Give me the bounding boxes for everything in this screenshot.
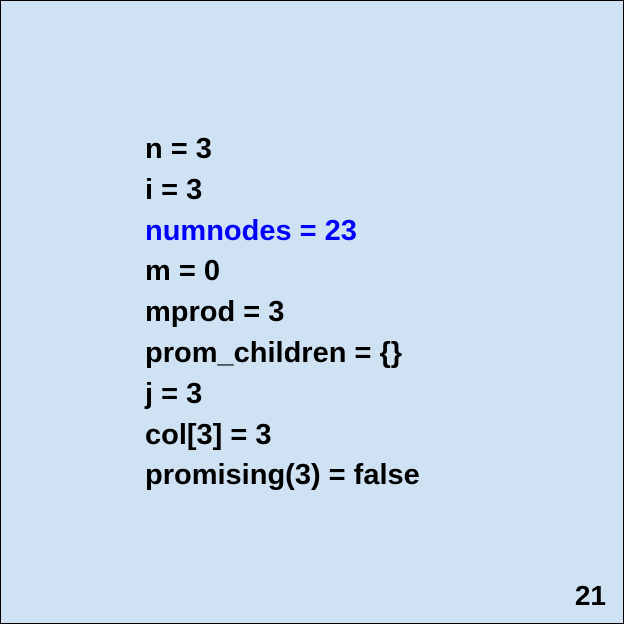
variable-line-col: col[3] = 3 bbox=[145, 418, 272, 451]
variable-trace-list: n = 3 i = 3 numnodes = 23 m = 0 mprod = … bbox=[145, 129, 420, 496]
page-number: 21 bbox=[574, 580, 606, 611]
variable-line-m: m = 0 bbox=[145, 255, 220, 288]
variable-line-j: j = 3 bbox=[145, 377, 203, 410]
variable-line-mprod: mprod = 3 bbox=[145, 296, 285, 329]
variable-line-promising: promising(3) = false bbox=[145, 459, 420, 492]
variable-line-prom-children: prom_children = {} bbox=[145, 336, 403, 369]
slide: n = 3 i = 3 numnodes = 23 m = 0 mprod = … bbox=[0, 0, 624, 624]
variable-line-n: n = 3 bbox=[145, 133, 212, 165]
variable-line-i: i = 3 bbox=[145, 173, 203, 206]
variable-line-numnodes: numnodes = 23 bbox=[145, 214, 357, 247]
